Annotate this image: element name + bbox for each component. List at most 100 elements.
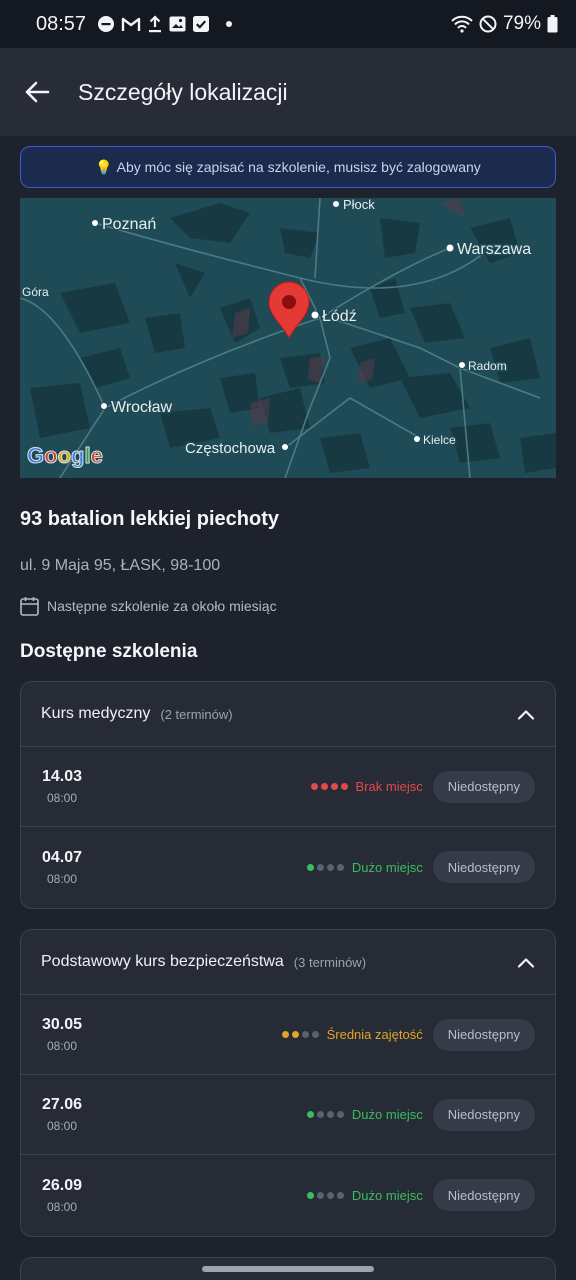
page-title: Szczegóły lokalizacji — [78, 78, 288, 105]
availability-dot — [310, 783, 318, 790]
session-time: 08:00 — [46, 1199, 78, 1214]
availability-dot — [316, 1111, 324, 1118]
availability-dots — [306, 1191, 344, 1199]
arrow-left-icon — [25, 81, 50, 103]
do-not-disturb-icon — [98, 16, 115, 32]
availability-status: Średnia zajętość — [281, 1027, 423, 1042]
availability-label: Dużo miejsc — [351, 859, 423, 875]
course-card: Podstawowy kurs bezpieczeństwa (3 termin… — [20, 929, 556, 1237]
checkbox-icon — [193, 16, 210, 32]
unavailable-button[interactable]: Niedostępny — [432, 1098, 535, 1131]
availability-status: Dużo miejsc — [306, 1107, 423, 1122]
course-count: (3 terminów) — [293, 954, 367, 970]
course-card: Kurs medyczny (2 terminów) 14.03 08:00 B… — [20, 681, 556, 909]
session-date: 14.03 — [41, 768, 83, 785]
session-date: 27.06 — [41, 1096, 83, 1113]
login-required-banner: 💡 Aby móc się zapisać na szkolenie, musi… — [20, 146, 556, 188]
availability-dot — [326, 863, 334, 871]
availability-dot — [316, 863, 324, 871]
status-time: 08:57 — [36, 12, 87, 35]
availability-dot — [306, 1111, 314, 1118]
wifi-icon — [451, 15, 473, 33]
map-label-lodz: Łódź — [322, 308, 357, 325]
availability-dots — [281, 1031, 319, 1038]
availability-dot — [301, 1031, 309, 1038]
course-header[interactable]: Kurs medyczny (2 terminów) — [21, 682, 555, 747]
map-label-warszawa: Warszawa — [457, 241, 531, 258]
availability-status: Dużo miejsc — [306, 859, 423, 875]
gallery-icon — [169, 16, 186, 32]
next-training-info: Następne szkolenie za około miesiąc — [20, 596, 277, 616]
availability-status: Dużo miejsc — [306, 1187, 423, 1203]
session-row: 26.09 08:00 Dużo miejsc Niedostępny — [21, 1155, 555, 1235]
session-date: 30.05 — [41, 1016, 83, 1033]
session-time: 08:00 — [46, 1119, 78, 1133]
course-title: Podstawowy kurs bezpieczeństwa — [41, 953, 284, 970]
availability-dot — [336, 863, 344, 871]
lightbulb-icon: 💡 — [95, 158, 113, 175]
session-time: 08:00 — [46, 871, 78, 886]
location-address: ul. 9 Maja 95, ŁASK, 98-100 — [20, 557, 221, 574]
session-row: 30.05 08:00 Średnia zajętość Niedostępny — [21, 995, 555, 1075]
gmail-icon — [121, 16, 141, 32]
google-logo: Google — [27, 443, 103, 468]
session-row: 04.07 08:00 Dużo miejsc Niedostępny — [21, 827, 555, 907]
availability-label: Średnia zajętość — [326, 1027, 423, 1042]
session-date: 04.07 — [41, 848, 83, 866]
calendar-icon — [20, 597, 39, 616]
app-bar: Szczegóły lokalizacji — [0, 48, 576, 136]
course-header[interactable]: Podstawowy kurs bezpieczeństwa (3 termin… — [21, 930, 555, 995]
availability-dots — [306, 863, 344, 871]
system-icons: 79% — [451, 13, 558, 35]
map-label-czestochowa: Częstochowa — [185, 440, 276, 457]
availability-dot — [330, 783, 338, 790]
availability-dot — [306, 1191, 314, 1199]
session-date: 26.09 — [41, 1176, 83, 1194]
availability-dot — [306, 863, 314, 871]
availability-dots — [306, 1111, 344, 1118]
session-row: 27.06 08:00 Dużo miejsc Niedostępny — [21, 1075, 555, 1155]
availability-dot — [316, 1191, 324, 1199]
map-label-kielce: Kielce — [423, 433, 456, 447]
battery-percent: 79% — [502, 13, 541, 34]
map-label-radom: Radom — [468, 359, 507, 373]
unavailable-button[interactable]: Niedostępny — [432, 1018, 535, 1051]
course-count: (2 terminów) — [160, 706, 233, 722]
block-icon — [479, 15, 497, 33]
notification-icons — [98, 15, 233, 33]
map-label-gora: Góra — [22, 285, 49, 299]
next-training-text: Następne szkolenie za około miesiąc — [47, 598, 277, 614]
session-row: 14.03 08:00 Brak miejsc Niedostępny — [21, 747, 555, 827]
availability-label: Brak miejsc — [355, 779, 423, 794]
location-name: 93 batalion lekkiej piechoty — [20, 508, 279, 530]
home-indicator[interactable] — [202, 1266, 374, 1272]
availability-dot — [340, 783, 348, 790]
dot-icon — [226, 21, 233, 27]
map-view[interactable]: Płock Poznań Warszawa Góra Łódź Radom Wr… — [20, 198, 556, 478]
availability-dot — [320, 783, 328, 790]
unavailable-button[interactable]: Niedostępny — [432, 770, 535, 803]
chevron-up-icon[interactable] — [517, 709, 535, 720]
map-label-plock: Płock — [343, 198, 375, 212]
availability-dots — [310, 783, 348, 790]
session-time: 08:00 — [46, 1039, 78, 1053]
back-button[interactable] — [0, 48, 72, 136]
availability-dot — [336, 1191, 344, 1199]
availability-dot — [336, 1111, 344, 1118]
upload-icon — [148, 15, 162, 33]
availability-label: Dużo miejsc — [351, 1107, 423, 1122]
availability-dot — [291, 1031, 299, 1038]
map-label-poznan: Poznań — [102, 216, 156, 233]
banner-text: Aby móc się zapisać na szkolenie, musisz… — [116, 159, 481, 175]
availability-dot — [311, 1031, 319, 1038]
chevron-up-icon[interactable] — [517, 957, 535, 968]
availability-label: Dużo miejsc — [351, 1187, 423, 1203]
course-title: Kurs medyczny — [41, 705, 151, 722]
availability-dot — [281, 1031, 289, 1038]
map-label-wroclaw: Wrocław — [111, 399, 172, 416]
availability-status: Brak miejsc — [310, 779, 423, 794]
unavailable-button[interactable]: Niedostępny — [432, 851, 535, 883]
battery-icon — [547, 15, 558, 33]
unavailable-button[interactable]: Niedostępny — [432, 1179, 535, 1211]
status-bar: 08:57 79% — [0, 0, 576, 48]
